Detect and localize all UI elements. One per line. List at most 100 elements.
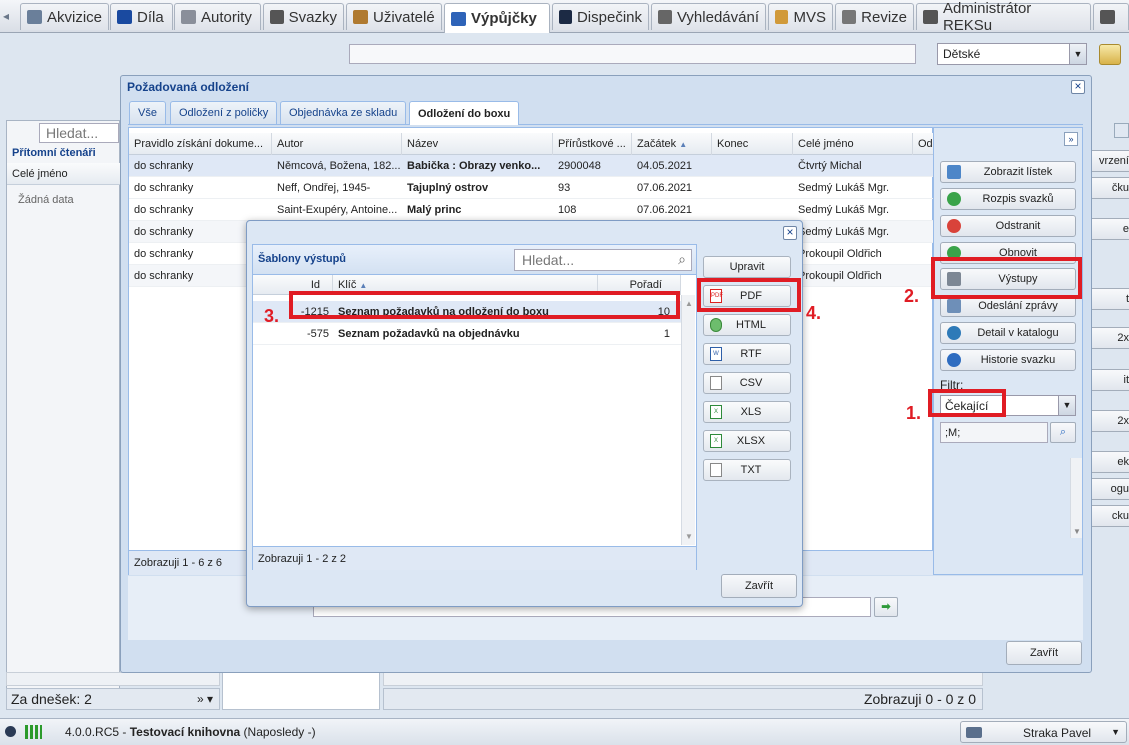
volume-history-button[interactable]: Historie svazku (940, 349, 1076, 371)
partial-button[interactable]: t (1087, 288, 1129, 310)
button-label: Rozpis svazků (982, 193, 1054, 205)
filter-query-value: ;M; (945, 426, 961, 439)
scroll-down-arrow-icon[interactable]: ▼ (1073, 527, 1081, 536)
export-txt-button[interactable]: TXT (703, 459, 791, 481)
col-accession[interactable]: Přírůstkové ... (553, 133, 632, 155)
col-order-label: Pořadí (629, 279, 662, 291)
tab-odlozeni-z-policky[interactable]: Odložení z poličky (170, 101, 278, 124)
cell: 1 (663, 328, 670, 340)
table-row[interactable]: do schranky Neff, Ondřej, 1945- Tajuplný… (129, 177, 934, 199)
right-partial-buttons: vrzení čku e t 2x it 2x ek ogu cku (1087, 120, 1129, 680)
tab-vse[interactable]: Vše (129, 101, 166, 124)
dept-select-value: Dětské (943, 47, 981, 61)
lock-icon[interactable] (1099, 44, 1121, 65)
table-row[interactable]: -575 Seznam požadavků na objednávku 1 (253, 323, 681, 345)
templates-search-input[interactable]: Hledat... ⌕ (514, 249, 692, 271)
status-bar: 4.0.0.RC5 - Testovací knihovna (Naposled… (0, 718, 1129, 745)
scroll-down-arrow-icon[interactable]: ▼ (685, 532, 693, 541)
cell: Sedmý Lukáš Mgr. (798, 182, 890, 194)
check-icon (947, 192, 961, 206)
tab-dispecink[interactable]: Dispečink (552, 3, 649, 30)
partial-button[interactable]: it (1087, 369, 1129, 391)
cell: 07.06.2021 (637, 204, 693, 216)
info-icon[interactable] (5, 726, 16, 737)
filter-query-input[interactable]: ;M; (940, 422, 1048, 443)
table-row[interactable]: do schranky Němcová, Božena, 182... Babi… (129, 155, 934, 177)
remove-button[interactable]: Odstranit (940, 215, 1076, 237)
tab-label: Svazky (288, 8, 337, 26)
partial-button[interactable]: vrzení (1087, 150, 1129, 172)
tab-mvs[interactable]: MVS (768, 3, 833, 30)
col-fullname[interactable]: Celé jméno (793, 133, 913, 155)
partial-button[interactable]: 2x (1087, 327, 1129, 349)
col-start[interactable]: Začátek ▲ (632, 133, 712, 155)
export-rtf-button[interactable]: W RTF (703, 343, 791, 365)
dialog-close-icon[interactable]: × (783, 226, 797, 240)
partial-button[interactable]: ek (1087, 451, 1129, 473)
export-xls-button[interactable]: X XLS (703, 401, 791, 423)
partial-button[interactable]: e (1087, 218, 1129, 240)
partial-button[interactable]: čku (1087, 177, 1129, 199)
cell: Saint-Exupéry, Antoine... (277, 204, 398, 216)
catalog-detail-button[interactable]: Detail v katalogu (940, 322, 1076, 344)
panel-vscroll[interactable]: ▼ (1070, 458, 1082, 538)
window-close-icon[interactable]: × (1071, 80, 1085, 94)
tab-akvizice[interactable]: Akvizice (20, 3, 109, 30)
tab-vypujcky[interactable]: Výpůjčky (444, 3, 550, 33)
tab-vyhledavani[interactable]: Vyhledávání (651, 3, 766, 30)
tab-odlozeni-do-boxu[interactable]: Odložení do boxu (409, 101, 520, 125)
search-icon[interactable]: ⌕ (1050, 422, 1076, 443)
tab-administrator[interactable]: Administrátor REKSu (916, 0, 1091, 34)
separator: - (122, 725, 127, 739)
tab-objednavka-ze-skladu[interactable]: Objednávka ze skladu (280, 101, 407, 124)
cell: Seznam požadavků na objednávku (338, 328, 520, 340)
cell: Prokoupil Oldřich (798, 248, 882, 260)
left-search-input[interactable]: Hledat... (39, 123, 119, 143)
arrow-right-icon[interactable]: ➡ (874, 597, 898, 617)
expand-icon[interactable] (1114, 123, 1129, 138)
export-html-button[interactable]: HTML (703, 314, 791, 336)
more-icon[interactable]: » ▾ (197, 692, 213, 706)
cell: Sedmý Lukáš Mgr. (798, 226, 890, 238)
sort-asc-icon: ▲ (359, 281, 368, 290)
annotation-box-template (289, 291, 680, 319)
search-icon: ⌕ (678, 251, 686, 267)
dialog-close-button[interactable]: Zavřít (721, 574, 797, 598)
show-slip-button[interactable]: Zobrazit lístek (940, 161, 1076, 183)
tab-svazky[interactable]: Svazky (263, 3, 344, 30)
col-end[interactable]: Konec (712, 133, 793, 155)
button-label: TXT (740, 464, 762, 476)
dept-select[interactable]: Dětské ▼ (937, 43, 1087, 65)
left-hscroll[interactable] (6, 672, 220, 686)
edit-button[interactable]: Upravit (703, 256, 791, 278)
window-close-button[interactable]: Zavřít (1006, 641, 1082, 665)
grid-header: Pravidlo získání dokume... Autor Název P… (129, 133, 934, 155)
tab-uzivatele[interactable]: Uživatelé (346, 3, 442, 30)
export-csv-button[interactable]: CSV (703, 372, 791, 394)
volume-breakdown-button[interactable]: Rozpis svazků (940, 188, 1076, 210)
col-od[interactable]: Od (913, 133, 934, 155)
left-footer: Za dnešek: 2 » ▾ (6, 688, 220, 710)
tab-autority[interactable]: Autority (174, 3, 261, 30)
partial-button[interactable]: cku (1087, 505, 1129, 527)
bottom-hscroll[interactable] (383, 672, 983, 686)
partial-button[interactable]: ogu (1087, 478, 1129, 500)
col-title[interactable]: Název (402, 133, 553, 155)
tab-overflow[interactable] (1093, 3, 1129, 30)
tab-dila[interactable]: Díla (110, 3, 173, 30)
close-button-label: Zavřít (1029, 647, 1059, 659)
chevron-down-icon: ▼ (1058, 396, 1075, 415)
col-rule[interactable]: Pravidlo získání dokume... (129, 133, 272, 155)
scroll-up-arrow-icon[interactable]: ▲ (685, 299, 693, 308)
table-row[interactable]: do schranky Saint-Exupéry, Antoine... Ma… (129, 199, 934, 221)
tools-icon (923, 10, 938, 24)
user-menu[interactable]: Straka Pavel ▼ (960, 721, 1127, 743)
col-author[interactable]: Autor (272, 133, 402, 155)
tab-revize[interactable]: Revize (835, 3, 914, 30)
templates-vscroll[interactable]: ▲ ▼ (681, 295, 695, 545)
export-xlsx-button[interactable]: X XLSX (703, 430, 791, 452)
partial-button[interactable]: 2x (1087, 410, 1129, 432)
collapse-panel-icon[interactable]: » (1064, 132, 1078, 146)
scroll-left-arrow-icon[interactable]: ◂ (3, 9, 9, 23)
templates-pager-text: Zobrazuji 1 - 2 z 2 (258, 552, 347, 565)
